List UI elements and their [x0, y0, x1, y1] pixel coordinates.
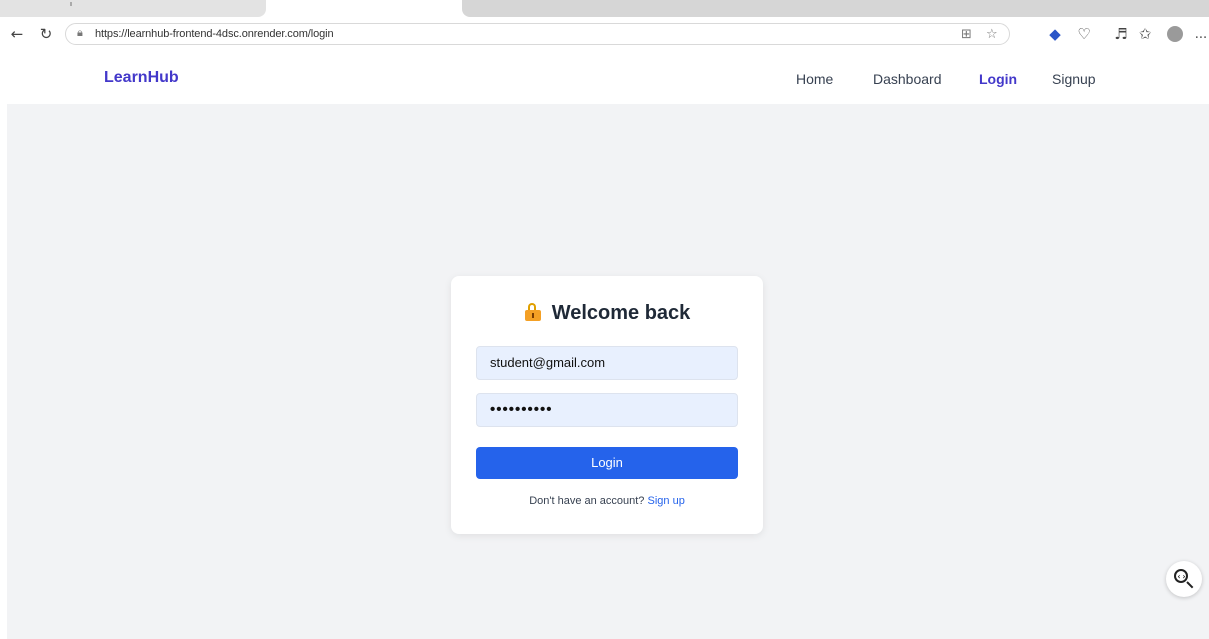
more-options-icon[interactable]: ...: [1195, 23, 1207, 45]
email-field[interactable]: student@gmail.com: [476, 346, 738, 380]
browser-toolbar: ← ↻ 🔒︎ https://learnhub-frontend-4dsc.on…: [0, 20, 1209, 50]
browser-essentials-icon[interactable]: ♡: [1076, 23, 1092, 45]
extension-icon[interactable]: ◆: [1047, 23, 1063, 45]
browser-tab-strip: [0, 0, 1209, 18]
site-info-icon[interactable]: 🔒︎: [77, 26, 83, 40]
nav-login[interactable]: Login: [979, 71, 1017, 87]
signup-link[interactable]: Sign up: [648, 495, 685, 507]
signup-prompt-text: Don't have an account?: [529, 495, 645, 507]
site-navbar: LearnHub Home Dashboard Login Signup: [0, 54, 1209, 104]
address-url[interactable]: https://learnhub-frontend-4dsc.onrender.…: [95, 28, 334, 40]
tab-indicator: [70, 2, 72, 6]
refresh-icon[interactable]: ↻: [37, 23, 55, 45]
login-title: Welcome back: [451, 302, 763, 325]
reading-mode-icon[interactable]: ⊞: [961, 27, 972, 42]
floating-zoom-button[interactable]: ‹›: [1166, 561, 1202, 597]
password-field[interactable]: ••••••••••: [476, 393, 738, 427]
login-button[interactable]: Login: [476, 447, 738, 479]
brand-logo[interactable]: LearnHub: [104, 69, 179, 87]
read-aloud-icon[interactable]: ♬: [1113, 23, 1129, 45]
browser-tab-bar-area[interactable]: [462, 0, 1209, 17]
login-title-text: Welcome back: [551, 302, 691, 324]
profile-avatar-icon[interactable]: [1166, 23, 1184, 45]
nav-dashboard[interactable]: Dashboard: [873, 71, 942, 87]
address-bar[interactable]: 🔒︎ https://learnhub-frontend-4dsc.onrend…: [65, 23, 1010, 45]
nav-signup[interactable]: Signup: [1052, 71, 1096, 87]
login-card: Welcome back student@gmail.com •••••••••…: [451, 276, 763, 534]
back-icon[interactable]: ←: [8, 23, 26, 45]
lock-icon: [524, 303, 542, 321]
favorites-icon[interactable]: ✩: [1137, 23, 1153, 45]
browser-tab[interactable]: [0, 0, 266, 17]
nav-home[interactable]: Home: [796, 71, 833, 87]
favorite-star-icon[interactable]: ☆: [986, 27, 998, 42]
signup-prompt: Don't have an account? Sign up: [451, 495, 763, 507]
